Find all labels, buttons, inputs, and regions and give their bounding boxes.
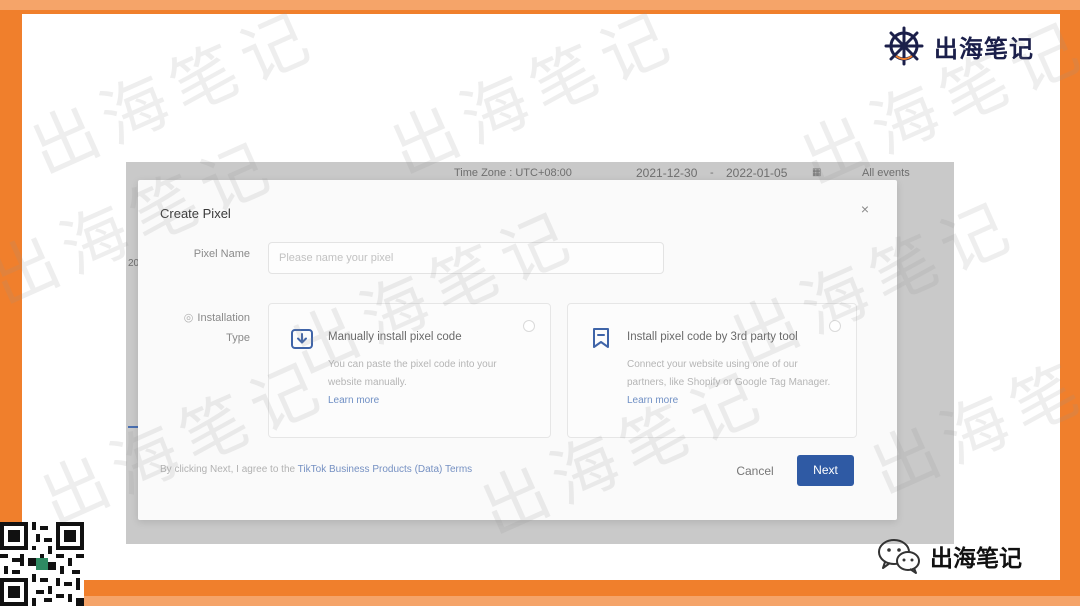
- calendar-icon: ▦: [812, 167, 822, 178]
- terms-prefix: By clicking Next, I agree to the: [160, 464, 298, 475]
- help-icon: ◎: [183, 312, 194, 324]
- date-separator: -: [710, 167, 714, 179]
- option-manual-title: Manually install pixel code: [328, 331, 462, 343]
- option-manual-description-text: You can paste the pixel code into your w…: [328, 359, 497, 388]
- pixel-name-label: Pixel Name: [193, 248, 250, 260]
- learn-more-link-manual[interactable]: Learn more: [328, 395, 379, 406]
- next-button[interactable]: Next: [797, 455, 854, 486]
- date-start: 2021-12-30: [636, 166, 698, 180]
- bottom-orange-strip: [0, 596, 1080, 606]
- time-zone-label: Time Zone : UTC+08:00: [454, 167, 572, 179]
- option-third-party-install[interactable]: Install pixel code by 3rd party tool Con…: [567, 303, 857, 438]
- learn-more-link-third-party[interactable]: Learn more: [627, 395, 678, 406]
- brand-logo: 出海笔记: [884, 26, 1034, 66]
- create-pixel-modal: Create Pixel × Pixel Name ◎Installation …: [138, 180, 897, 520]
- cancel-button[interactable]: Cancel: [724, 456, 786, 486]
- download-code-icon: [291, 329, 313, 349]
- terms-notice: By clicking Next, I agree to the TikTok …: [160, 464, 472, 475]
- bookmark-icon: [593, 328, 609, 348]
- wechat-account-badge: 出海笔记: [876, 534, 1022, 578]
- option-third-party-radio[interactable]: [829, 320, 841, 332]
- events-filter: All events: [862, 167, 910, 179]
- wechat-icon: [878, 539, 920, 574]
- installation-type-label: ◎ Installation Type: [168, 308, 250, 348]
- pixel-name-input[interactable]: [268, 242, 664, 274]
- installation-type-label-line1: Installation: [197, 312, 250, 324]
- ship-wheel-icon: [884, 26, 924, 66]
- terms-link[interactable]: TikTok Business Products (Data) Terms: [298, 464, 473, 475]
- close-icon[interactable]: ×: [858, 202, 872, 216]
- wechat-account-name: 出海笔记: [930, 546, 1022, 572]
- modal-title: Create Pixel: [160, 206, 231, 221]
- option-manual-description: You can paste the pixel code into your w…: [328, 356, 524, 410]
- background-side-indicator: [128, 426, 138, 428]
- top-orange-strip: [0, 0, 1080, 10]
- option-third-party-description-text: Connect your website using one of our pa…: [627, 359, 831, 388]
- option-third-party-title: Install pixel code by 3rd party tool: [627, 331, 798, 343]
- qr-code-icon: [0, 522, 84, 606]
- brand-name: 出海笔记: [934, 33, 1034, 63]
- installation-type-label-line2: Type: [226, 332, 250, 344]
- option-manual-radio[interactable]: [523, 320, 535, 332]
- date-end: 2022-01-05: [726, 166, 788, 180]
- option-manual-install[interactable]: Manually install pixel code You can past…: [268, 303, 551, 438]
- option-third-party-description: Connect your website using one of our pa…: [627, 356, 832, 410]
